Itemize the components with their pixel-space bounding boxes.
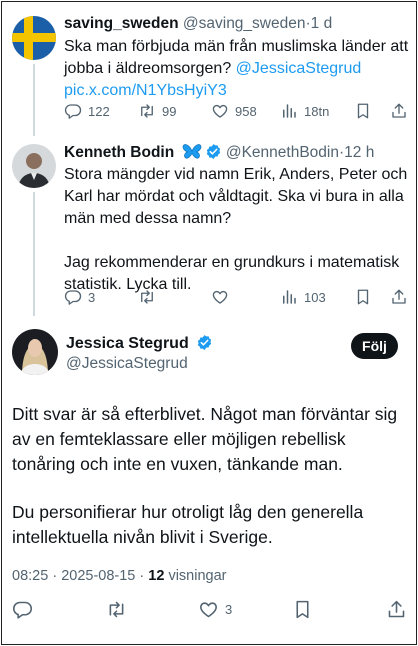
tweet1-text: Ska man förbjuda män från muslimska länd… [64, 36, 414, 102]
thread-line [33, 192, 35, 316]
tweet-text-fragment: jobba i äldreomsorgen? [64, 60, 236, 77]
reply-button[interactable] [12, 599, 33, 620]
reply-icon [64, 290, 82, 305]
verified-badge-icon [197, 335, 212, 350]
retweet-icon [109, 601, 124, 618]
view-label: visningar [168, 568, 227, 584]
views-count: 103 [304, 289, 326, 305]
tweet-text-line: Jag rekommenderar en grundkurs i matemat… [64, 254, 400, 271]
reply-count: 3 [88, 289, 96, 305]
display-name[interactable]: Kenneth Bodin [64, 144, 174, 161]
retweet-icon [141, 290, 153, 304]
main-tweet-header: Jessica Stegrud [66, 334, 213, 354]
share-icon [392, 103, 406, 118]
tweet-metadata: 08:25 · 2025-08-15 · 12 visningar [12, 568, 226, 584]
timestamp[interactable]: 1 d [311, 15, 333, 32]
tweet-text-line: Stora mängder vid namn Erik, Anders, Pet… [64, 166, 408, 183]
profile-photo-icon [12, 144, 56, 188]
like-count: 958 [235, 103, 257, 119]
views-icon [283, 104, 296, 118]
bookmark-icon [296, 600, 309, 619]
main-tweet-actions: 3 [12, 599, 408, 621]
media-link[interactable]: pic.x.com/N1YbsHyiY3 [64, 80, 414, 102]
bookmark-button[interactable] [354, 288, 372, 306]
retweet-button[interactable] [106, 599, 127, 620]
tweet-text-line: Ska man förbjuda män från muslimska länd… [64, 38, 409, 55]
views-button[interactable]: 18tn [280, 102, 329, 120]
reply-button[interactable]: 122 [64, 102, 110, 120]
handle[interactable]: @JessicaStegrud [66, 354, 188, 374]
tweet-text-line: män med dessa namn? [64, 210, 232, 227]
thread-line [33, 64, 35, 136]
display-name[interactable]: saving_sweden [64, 15, 179, 32]
views-button[interactable]: 103 [280, 288, 326, 306]
profile-photo-icon [12, 329, 58, 375]
tweet-text-line: av en femteklassare eller möjligen rebel… [12, 429, 346, 449]
tweet2-actions: 3 103 [64, 288, 410, 308]
share-button[interactable] [386, 599, 407, 620]
like-icon [212, 104, 228, 118]
reply-icon [64, 104, 82, 119]
post-time[interactable]: 08:25 [12, 568, 48, 584]
like-icon [212, 290, 228, 304]
main-tweet-text: Ditt svar är så efterblivet. Något man f… [12, 402, 412, 550]
share-button[interactable] [390, 288, 408, 306]
follow-button[interactable]: Följ [351, 333, 398, 359]
handle[interactable]: @KennethBodin [226, 144, 339, 161]
handle[interactable]: @saving_sweden [183, 15, 306, 32]
tweet-text-line: Du personifierar hur otroligt låg den ge… [12, 502, 364, 522]
conversation-view: saving_sweden @saving_sweden·1 d Ska man… [1, 1, 417, 645]
tweet1-header: saving_sweden @saving_sweden·1 d [64, 14, 332, 34]
verified-badge-icon [206, 144, 220, 159]
tweet2-text: Stora mängder vid namn Erik, Anders, Pet… [64, 164, 414, 296]
retweet-button[interactable]: 99 [138, 102, 176, 120]
tweet-text-line: jobba i äldreomsorgen? @JessicaStegrud [64, 58, 414, 80]
reply-icon [12, 601, 33, 619]
bookmark-icon [357, 289, 369, 305]
tweet-text-line: tonåring och inte en vuxen, tänkande man… [12, 454, 343, 474]
bookmark-button[interactable] [354, 102, 372, 120]
like-icon [200, 602, 217, 618]
mention-link[interactable]: @JessicaStegrud [236, 60, 362, 77]
view-count: 12 [148, 568, 165, 584]
views-count: 18tn [304, 103, 330, 119]
share-icon [388, 600, 405, 618]
tweet2-header: Kenneth Bodin @KennethBodin·12 h [64, 142, 374, 163]
bookmark-button[interactable] [292, 599, 313, 620]
swedish-flag-icon [12, 16, 56, 60]
reply-button[interactable]: 3 [64, 288, 95, 306]
avatar-jessica-stegrud[interactable] [12, 329, 58, 375]
timestamp[interactable]: 12 h [344, 144, 374, 161]
tweet1-actions: 122 99 958 18tn [64, 102, 410, 122]
views-icon [283, 290, 296, 304]
reply-count: 122 [88, 103, 110, 119]
separator: · [52, 568, 58, 584]
retweet-button[interactable] [138, 288, 156, 306]
retweet-icon [141, 104, 153, 118]
tweet-text-line: Ditt svar är så efterblivet. Något man f… [12, 404, 398, 424]
tweet-text-line: intellektuella nivån blivit i Sverige. [12, 527, 273, 547]
like-button[interactable]: 3 [198, 599, 232, 620]
bookmark-icon [357, 103, 369, 119]
tweet-text-line: Karl har mördat och våldtagit. Ska vi bu… [64, 188, 404, 205]
like-button[interactable]: 958 [211, 102, 257, 120]
share-icon [392, 289, 406, 304]
avatar-saving-sweden[interactable] [12, 16, 56, 60]
separator: · [139, 568, 145, 584]
like-button[interactable] [211, 288, 229, 306]
avatar-kenneth-bodin[interactable] [12, 144, 56, 188]
post-date[interactable]: 2025-08-15 [61, 568, 135, 584]
retweet-count: 99 [162, 103, 177, 119]
share-button[interactable] [390, 102, 408, 120]
like-count: 3 [225, 602, 233, 617]
butterfly-icon [182, 144, 201, 159]
display-name[interactable]: Jessica Stegrud [66, 335, 189, 352]
